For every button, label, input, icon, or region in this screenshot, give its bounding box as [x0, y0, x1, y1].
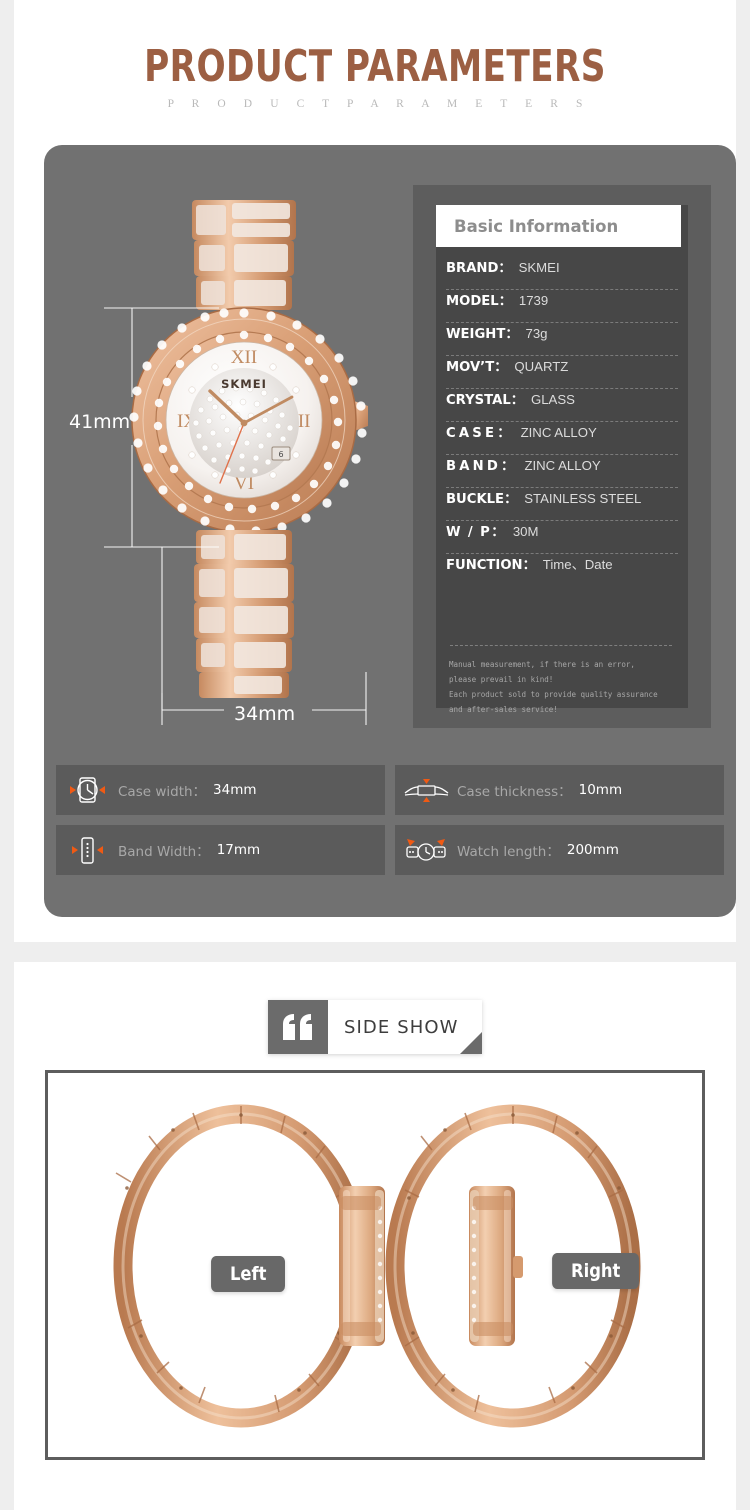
spec-key: CASE：	[446, 426, 514, 441]
spec-key: MODEL：	[446, 294, 512, 309]
spec-card: Basic Information BRAND： SKMEI MODEL： 17…	[413, 185, 711, 728]
measurement-row: Case width： 34mm Case thickness： 10mm	[56, 765, 724, 815]
case-thickness-icon	[395, 770, 457, 810]
dimension-width-label: 34mm	[234, 703, 296, 725]
spec-value: 73g	[525, 326, 548, 341]
table-row: CRYSTAL： GLASS	[446, 389, 678, 422]
table-row: WEIGHT： 73g	[446, 323, 678, 356]
side-show-images: Left Right	[53, 1078, 697, 1452]
note-divider	[450, 645, 672, 646]
spec-card-inner: Basic Information BRAND： SKMEI MODEL： 17…	[436, 205, 688, 714]
spec-key: BAND：	[446, 459, 518, 474]
table-row: BUCKLE： STAINLESS STEEL	[446, 488, 678, 521]
spec-key: CRYSTAL：	[446, 393, 524, 408]
svg-text:SKMEI: SKMEI	[221, 377, 267, 391]
spec-value: GLASS	[530, 392, 575, 407]
spec-value: Time、Date	[542, 557, 613, 572]
measurement-label: Band Width：	[118, 844, 210, 860]
spec-note: Manual measurement, if there is an error…	[449, 657, 659, 717]
side-show-banner: SIDE SHOW	[268, 1000, 482, 1054]
page-subtitle: P R O D U C T P A R A M E T E R S	[167, 97, 590, 110]
measurement-label: Case thickness：	[457, 784, 572, 800]
measurement-value: 17mm	[216, 842, 261, 858]
spec-card-header: Basic Information	[436, 205, 681, 247]
spec-list: BRAND： SKMEI MODEL： 1739 WEIGHT： 73g MOV…	[446, 257, 678, 587]
page-title: PRODUCT PARAMETERS	[144, 41, 606, 92]
spec-note-line-2: Each product sold to provide quality ass…	[449, 689, 658, 714]
table-row: MOV’T： QUARTZ	[446, 356, 678, 389]
side-show-banner-label: SIDE SHOW	[344, 1016, 459, 1038]
measurement-tile-case-thickness: Case thickness： 10mm	[395, 765, 724, 815]
table-row: W / P： 30M	[446, 521, 678, 554]
table-row: BRAND： SKMEI	[446, 257, 678, 290]
quote-icon	[268, 1000, 328, 1054]
page-header: PRODUCT PARAMETERS P R O D U C T P A R A…	[14, 0, 736, 110]
spec-key: MOV’T：	[446, 360, 508, 375]
spec-key: W / P：	[446, 525, 506, 540]
side-label-left: Left	[211, 1256, 286, 1292]
spec-value: SKMEI	[518, 260, 560, 275]
spec-value: QUARTZ	[514, 359, 569, 374]
parameters-section: PRODUCT PARAMETERS P R O D U C T P A R A…	[14, 0, 736, 942]
measurement-label: Watch length：	[457, 844, 560, 860]
measurement-value: 200mm	[566, 842, 619, 858]
table-row: CASE： ZINC ALLOY	[446, 422, 678, 455]
spec-value: 30M	[512, 524, 539, 539]
spec-note-line-1: Manual measurement, if there is an error…	[449, 659, 635, 684]
band-width-icon	[56, 830, 118, 870]
case-width-icon	[56, 770, 118, 810]
spec-value: STAINLESS STEEL	[524, 491, 642, 506]
main-gray-panel: XII III VI IX SKMEI 6 41mm 34mm Basic In…	[44, 145, 736, 917]
spec-key: FUNCTION：	[446, 558, 536, 573]
spec-value: ZINC ALLOY	[520, 425, 597, 440]
measurement-tile-watch-length: Watch length： 200mm	[395, 825, 724, 875]
spec-value: 1739	[518, 293, 549, 308]
spec-key: BUCKLE：	[446, 492, 518, 507]
measurement-row: Band Width： 17mm Watch length： 200mm	[56, 825, 724, 875]
measurement-value: 10mm	[578, 782, 623, 798]
product-parameters-page: PRODUCT PARAMETERS P R O D U C T P A R A…	[0, 0, 750, 1510]
spec-card-title: Basic Information	[454, 216, 619, 236]
watch-front-view: XII III VI IX SKMEI 6 41mm 34mm	[44, 145, 436, 755]
banner-corner-notch	[460, 1032, 482, 1054]
side-label-right: Right	[552, 1253, 640, 1289]
spec-value: ZINC ALLOY	[524, 458, 601, 473]
svg-text:XII: XII	[231, 347, 257, 368]
measurement-tile-case-width: Case width： 34mm	[56, 765, 385, 815]
measurement-tiles: Case width： 34mm Case thickness： 10mm Ba…	[56, 765, 724, 885]
measurement-label: Case width：	[118, 784, 207, 800]
side-show-banner-text-wrap: SIDE SHOW	[328, 1000, 482, 1054]
side-show-panel: Left Right	[45, 1070, 705, 1460]
spec-key: WEIGHT：	[446, 327, 519, 342]
table-row: MODEL： 1739	[446, 290, 678, 323]
side-show-section: SIDE SHOW Left Right	[14, 962, 736, 1510]
measurement-value: 34mm	[213, 782, 257, 798]
spec-key: BRAND：	[446, 261, 512, 276]
watch-length-icon	[395, 830, 457, 870]
table-row: BAND： ZINC ALLOY	[446, 455, 678, 488]
dimension-height-label: 41mm	[69, 411, 131, 433]
measurement-tile-band-width: Band Width： 17mm	[56, 825, 385, 875]
svg-text:6: 6	[278, 450, 283, 459]
table-row: FUNCTION： Time、Date	[446, 554, 678, 587]
watch-illustration: XII III VI IX SKMEI 6	[104, 200, 368, 725]
